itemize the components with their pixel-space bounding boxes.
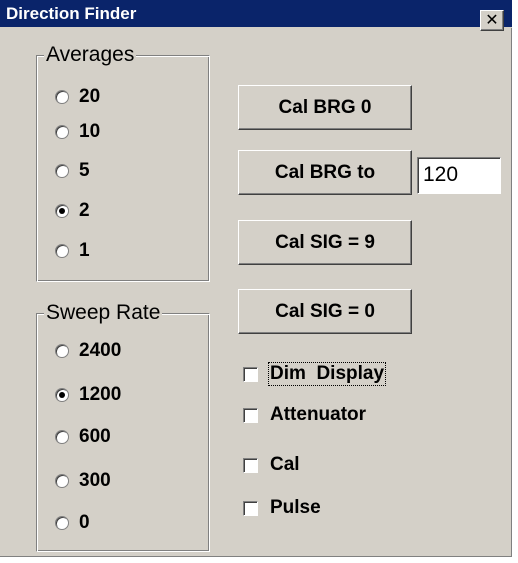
sweep-rate-option-300[interactable]: 300 xyxy=(55,468,111,494)
radio-label: 1200 xyxy=(79,384,122,405)
attenuator-checkbox[interactable]: Attenuator xyxy=(243,401,367,429)
pulse-checkbox[interactable]: Pulse xyxy=(243,494,322,522)
cal-brg-0-button[interactable]: Cal BRG 0 xyxy=(238,85,412,130)
radio-selected-dot xyxy=(59,392,65,398)
radio-selected-dot xyxy=(59,208,65,214)
averages-group-label: Averages xyxy=(44,43,137,66)
checkbox-box[interactable] xyxy=(243,366,258,382)
title-bar[interactable]: Direction Finder xyxy=(0,0,512,28)
window-title: Direction Finder xyxy=(6,4,137,23)
radio-label: 2400 xyxy=(79,340,122,361)
cal-sig-9-button[interactable]: Cal SIG = 9 xyxy=(238,220,412,265)
radio-circle[interactable] xyxy=(55,204,69,218)
checkbox-label: Dim Display xyxy=(267,362,387,386)
sweep-rate-option-600[interactable]: 600 xyxy=(55,424,111,450)
close-icon: ✕ xyxy=(485,12,499,29)
radio-label: 0 xyxy=(79,512,90,533)
sweep-rate-option-1200[interactable]: 1200 xyxy=(55,382,121,408)
radio-label: 2 xyxy=(79,200,90,221)
radio-label: 1 xyxy=(79,240,90,261)
radio-label: 300 xyxy=(79,470,111,491)
radio-circle[interactable] xyxy=(55,474,69,488)
cal-brg-value-input[interactable]: 120 xyxy=(417,157,501,194)
cal-brg-to-button[interactable]: Cal BRG to xyxy=(238,150,412,195)
radio-circle[interactable] xyxy=(55,388,69,402)
checkbox-label: Attenuator xyxy=(270,404,367,425)
radio-label: 5 xyxy=(79,160,90,181)
averages-option-1[interactable]: 1 xyxy=(55,238,90,264)
sweep-rate-group-label: Sweep Rate xyxy=(44,301,163,324)
close-button[interactable]: ✕ xyxy=(480,10,504,31)
averages-option-5[interactable]: 5 xyxy=(55,158,90,184)
radio-circle[interactable] xyxy=(55,344,69,358)
radio-circle[interactable] xyxy=(55,90,69,104)
radio-circle[interactable] xyxy=(55,430,69,444)
radio-label: 600 xyxy=(79,426,111,447)
radio-circle[interactable] xyxy=(55,516,69,530)
averages-option-10[interactable]: 10 xyxy=(55,119,100,145)
checkbox-box[interactable] xyxy=(243,407,258,423)
sweep-rate-option-2400[interactable]: 2400 xyxy=(55,338,121,364)
averages-option-20[interactable]: 20 xyxy=(55,84,100,110)
checkbox-box[interactable] xyxy=(243,500,258,516)
radio-label: 10 xyxy=(79,121,101,142)
averages-option-2[interactable]: 2 xyxy=(55,198,90,224)
radio-label: 20 xyxy=(79,86,101,107)
radio-circle[interactable] xyxy=(55,125,69,139)
checkbox-label: Pulse xyxy=(270,497,321,518)
direction-finder-window: Direction Finder ✕ Averages 20 10 5 2 1 … xyxy=(0,0,512,557)
sweep-rate-option-0[interactable]: 0 xyxy=(55,510,90,536)
cal-sig-0-button[interactable]: Cal SIG = 0 xyxy=(238,289,412,334)
radio-circle[interactable] xyxy=(55,164,69,178)
checkbox-label: Cal xyxy=(270,454,300,475)
dim-display-checkbox[interactable]: Dim Display xyxy=(243,360,387,388)
radio-circle[interactable] xyxy=(55,244,69,258)
cal-checkbox[interactable]: Cal xyxy=(243,451,301,479)
checkbox-box[interactable] xyxy=(243,457,258,473)
